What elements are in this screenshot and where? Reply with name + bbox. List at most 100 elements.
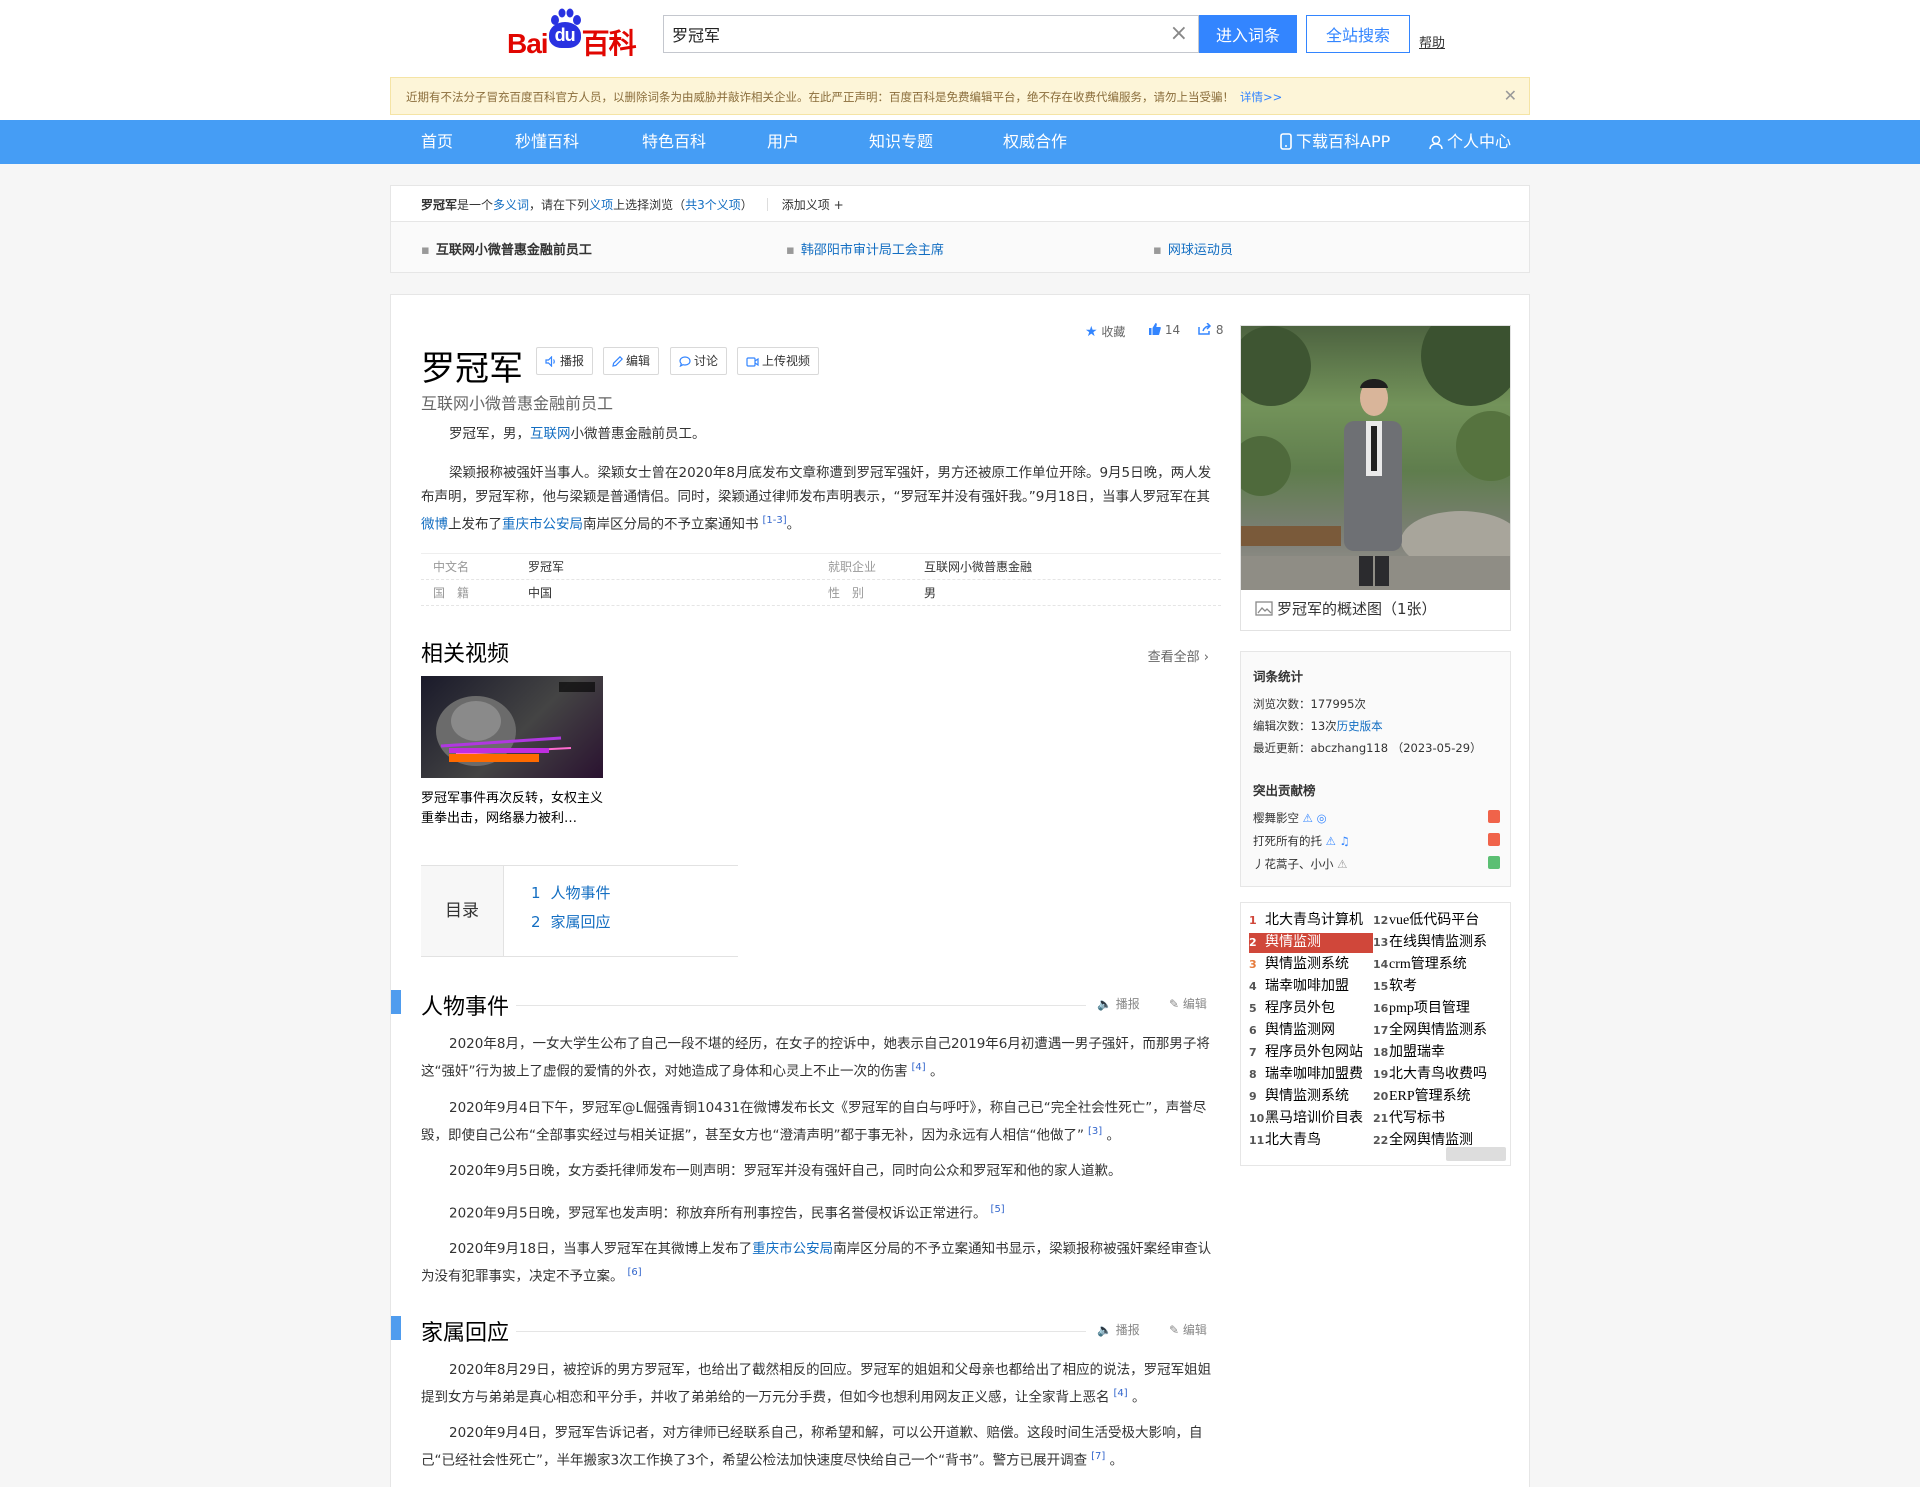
ranking-item[interactable]: 7 程序员外包网站 [1249,1043,1373,1063]
site-search-button[interactable]: 全站搜索 [1306,15,1410,53]
chongqing-police-link[interactable]: 重庆市公安局 [502,517,583,533]
section-edit-button[interactable]: ✎ 编辑 [1169,995,1207,1012]
nav-item-home[interactable]: 首页 [421,120,453,164]
ranking-label: 舆情监测系统 [1265,957,1349,972]
basic-info-row: 中文名 罗冠军 就职企业 互联网小微普惠金融 [421,554,1221,580]
ranking-item[interactable]: 15软考 [1373,977,1497,997]
video-thumbnail[interactable] [421,676,603,778]
polysemy-link[interactable]: 多义词 [493,198,529,212]
basic-info-table: 中文名 罗冠军 就职企业 互联网小微普惠金融 国 籍 中国 性 别 男 [421,553,1221,606]
ranking-number: 12 [1373,914,1389,927]
ranking-number: 10 [1249,1112,1265,1125]
ranking-item[interactable]: 8 瑞幸咖啡加盟费 [1249,1065,1373,1085]
main-nav: 首页 秒懂百科 特色百科 用户 知识专题 权威合作 下载百科APP 个人中心 [0,120,1920,164]
reference-link[interactable]: [7] [1091,1451,1105,1462]
history-link[interactable]: 历史版本 [1337,719,1383,733]
chongqing-police-link[interactable]: 重庆市公安局 [752,1241,833,1257]
ranking-label: 代写标书 [1389,1111,1445,1126]
ranking-label: 舆情监测 [1265,935,1321,950]
contributor[interactable]: 丿花蒿子、小小 ⚠ [1253,856,1347,872]
section-speak-button[interactable]: 🔈 播报 [1097,1321,1140,1338]
ranking-number: 19 [1373,1068,1389,1081]
video-caption[interactable]: 罗冠军事件再次反转，女权主义重拳出击，网络暴力被利… [421,789,611,829]
ranking-label: 北大青鸟计算机 [1265,913,1363,928]
speak-button[interactable]: 播报 [536,347,594,375]
notice-more-link[interactable]: 详情>> [1240,90,1282,104]
nav-item-special[interactable]: 特色百科 [642,120,706,164]
ranking-item[interactable]: 6 舆情监测网 [1249,1021,1373,1041]
add-sense-link[interactable]: 添加义项 + [782,198,844,212]
basic-info-row: 国 籍 中国 性 别 男 [421,580,1221,606]
sense-count-link[interactable]: 共3个义项 [685,198,741,212]
edits-count: 编辑次数：13次历史版本 [1253,719,1383,733]
view-all-link[interactable]: 查看全部 › [1148,646,1209,665]
nav-item-topics[interactable]: 知识专题 [869,120,933,164]
ranking-item[interactable]: 18加盟瑞幸 [1373,1043,1497,1063]
summary-image-card[interactable]: 罗冠军的概述图（1张） [1240,325,1511,631]
contributor[interactable]: 打死所有的托 ⚠ ♫ [1253,833,1350,849]
ranking-label: 舆情监测网 [1265,1023,1335,1038]
clear-icon[interactable]: × [1170,22,1188,46]
help-link[interactable]: 帮助 [1419,32,1445,51]
nav-item-miaodong[interactable]: 秒懂百科 [515,120,579,164]
edit-button[interactable]: 编辑 [603,347,660,375]
ranking-item[interactable]: 19北大青鸟收费吗 [1373,1065,1497,1085]
collect-button[interactable]: ★ 收藏 [1085,323,1125,340]
upload-video-button[interactable]: 上传视频 [737,347,820,375]
pencil-icon: ✎ [1169,1323,1180,1337]
video-section-title: 相关视频 [421,642,510,667]
toc-item[interactable]: 2 家属回应 [531,911,621,932]
close-icon[interactable]: ✕ [1504,86,1517,105]
polysemy-list: ▪ 互联网小微普惠金融前员工 ▪ 韩邵阳市审计局工会主席 ▪ 网球运动员 [391,222,1529,272]
ranking-number: 4 [1249,980,1257,993]
personal-center-link[interactable]: 个人中心 [1429,120,1511,164]
discuss-button[interactable]: 讨论 [670,347,728,375]
share-button[interactable]: 8 [1198,322,1223,337]
ranking-item[interactable]: 21代写标书 [1373,1109,1497,1129]
contributor[interactable]: 樱舞影空 ⚠ ◎ [1253,810,1327,826]
china-link[interactable]: 中国 [528,580,552,606]
nav-item-authority[interactable]: 权威合作 [1003,120,1067,164]
ranking-item[interactable]: 10黑马培训价目表 [1249,1109,1373,1129]
sense-link[interactable]: 义项 [589,198,613,212]
reference-link[interactable]: [6] [628,1267,642,1278]
reference-link[interactable]: [4] [912,1062,926,1073]
reference-link[interactable]: [4] [1114,1388,1128,1399]
ranking-item[interactable]: 9 舆情监测系统 [1249,1087,1373,1107]
reference-link[interactable]: [5] [991,1204,1005,1215]
ranking-number: 9 [1249,1090,1257,1103]
reference-link[interactable]: [3] [1088,1126,1102,1137]
section-edit-button[interactable]: ✎ 编辑 [1169,1321,1207,1338]
toc-item[interactable]: 1 人物事件 [531,882,621,903]
baike-logo[interactable]: Bai du 百科 [507,8,647,59]
ranking-item[interactable]: 3 舆情监测系统 [1249,955,1373,975]
polysemy-item[interactable]: ▪ 韩邵阳市审计局工会主席 [786,239,944,258]
nav-item-user[interactable]: 用户 [767,120,799,164]
paragraph: 2020年8月，一女大学生公布了自己一段不堪的经历，在女子的控诉中，她表示自己2… [421,1036,1210,1080]
ranking-item[interactable]: 17全网舆情监测系 [1373,1021,1497,1041]
ranking-item[interactable]: 4 瑞幸咖啡加盟 [1249,977,1373,997]
ranking-item[interactable]: 12vue低代码平台 [1373,911,1497,931]
internet-link[interactable]: 互联网 [530,426,571,442]
ranking-item[interactable]: 2 舆情监测 [1249,933,1373,953]
search-input[interactable] [664,16,1134,52]
ranking-item[interactable]: 11北大青鸟 [1249,1131,1373,1151]
bell-icon: ♫ [1339,834,1350,848]
reference-link[interactable]: [1-3] [763,515,787,526]
ranking-item[interactable]: 14crm管理系统 [1373,955,1497,975]
polysemy-text: 上选择浏览（ [613,198,686,212]
notice-text: 近期有不法分子冒充百度百科官方人员，以删除词条为由威胁并敲诈相关企业。在此严正声… [406,90,1234,104]
enter-entry-button[interactable]: 进入词条 [1199,15,1297,53]
ranking-item[interactable]: 5 程序员外包 [1249,999,1373,1019]
download-app-link[interactable]: 下载百科APP [1280,120,1390,164]
photo-caption[interactable]: 罗冠军的概述图（1张） [1255,598,1437,619]
ranking-item[interactable]: 16pmp项目管理 [1373,999,1497,1019]
polysemy-item[interactable]: ▪ 网球运动员 [1153,239,1233,258]
ranking-item[interactable]: 1 北大青鸟计算机 [1249,911,1373,931]
like-button[interactable]: 14 [1148,323,1180,337]
phone-icon [1280,133,1292,150]
ranking-item[interactable]: 20ERP管理系统 [1373,1087,1497,1107]
weibo-link[interactable]: 微博 [421,517,448,533]
section-speak-button[interactable]: 🔈 播报 [1097,995,1140,1012]
ranking-item[interactable]: 13在线舆情监测系 [1373,933,1497,953]
